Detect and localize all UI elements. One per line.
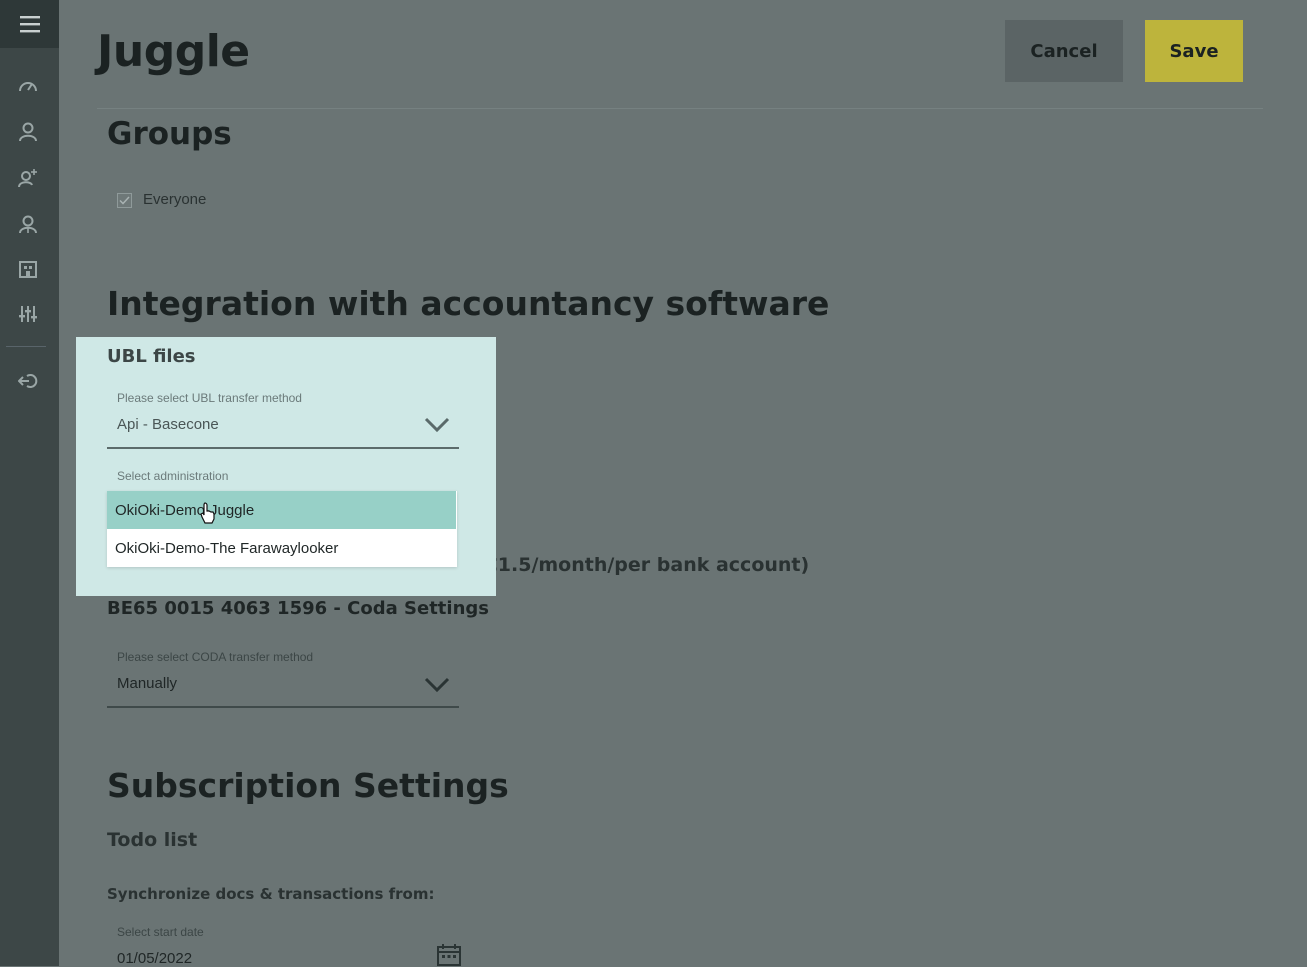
subscription-heading: Subscription Settings [107,766,509,805]
save-button[interactable]: Save [1145,20,1243,82]
integration-heading: Integration with accountancy software [107,284,830,323]
ubl-transfer-label: Please select UBL transfer method [117,391,302,405]
dropdown-option-label: OkiOki-Demo-The Farawaylooker [115,539,339,557]
start-date-value[interactable]: 01/05/2022 [117,950,192,967]
coda-transfer-label: Please select CODA transfer method [117,650,314,664]
calendar-icon[interactable] [437,944,461,966]
chevron-down-icon[interactable] [423,676,451,694]
hand-cursor-icon [200,502,215,524]
everyone-checkbox[interactable] [117,193,132,208]
ubl-transfer-underline [107,447,459,449]
logout-icon[interactable] [17,370,39,392]
everyone-label: Everyone [143,191,207,208]
sidebar [0,0,59,966]
sidebar-divider [6,346,46,347]
todo-heading: Todo list [107,829,198,851]
page-title: Juggle [97,26,250,77]
sync-label: Synchronize docs & transactions from: [107,885,435,903]
dropdown-option-juggle[interactable]: OkiOki-Demo-Juggle [107,491,456,529]
ubl-transfer-value[interactable]: Api - Basecone [117,416,219,433]
administration-dropdown[interactable]: OkiOki-Demo-Juggle OkiOki-Demo-The Faraw… [107,491,457,567]
admin-select-label: Select administration [117,469,229,483]
building-icon[interactable] [17,258,39,280]
hamburger-menu-icon[interactable] [0,0,59,48]
ubl-panel: UBL files Please select UBL transfer met… [76,337,496,596]
user-plus-icon[interactable] [17,167,39,189]
coda-account-heading: BE65 0015 4063 1596 - Coda Settings [107,598,489,619]
header-divider [97,108,1263,109]
user-icon[interactable] [17,121,39,143]
dropdown-option-farawaylooker[interactable]: OkiOki-Demo-The Farawaylooker [107,529,456,567]
chevron-down-icon[interactable] [423,416,451,434]
cancel-button[interactable]: Cancel [1005,20,1123,82]
coda-transfer-value[interactable]: Manually [117,675,177,692]
start-date-label: Select start date [117,925,204,939]
dashboard-gauge-icon[interactable] [17,75,39,97]
ubl-heading: UBL files [107,346,196,367]
team-user-icon[interactable] [17,213,39,235]
groups-heading: Groups [107,116,232,152]
dropdown-option-label: OkiOki-Demo-Juggle [115,501,255,519]
sliders-icon[interactable] [17,303,39,325]
coda-transfer-underline [107,706,459,708]
